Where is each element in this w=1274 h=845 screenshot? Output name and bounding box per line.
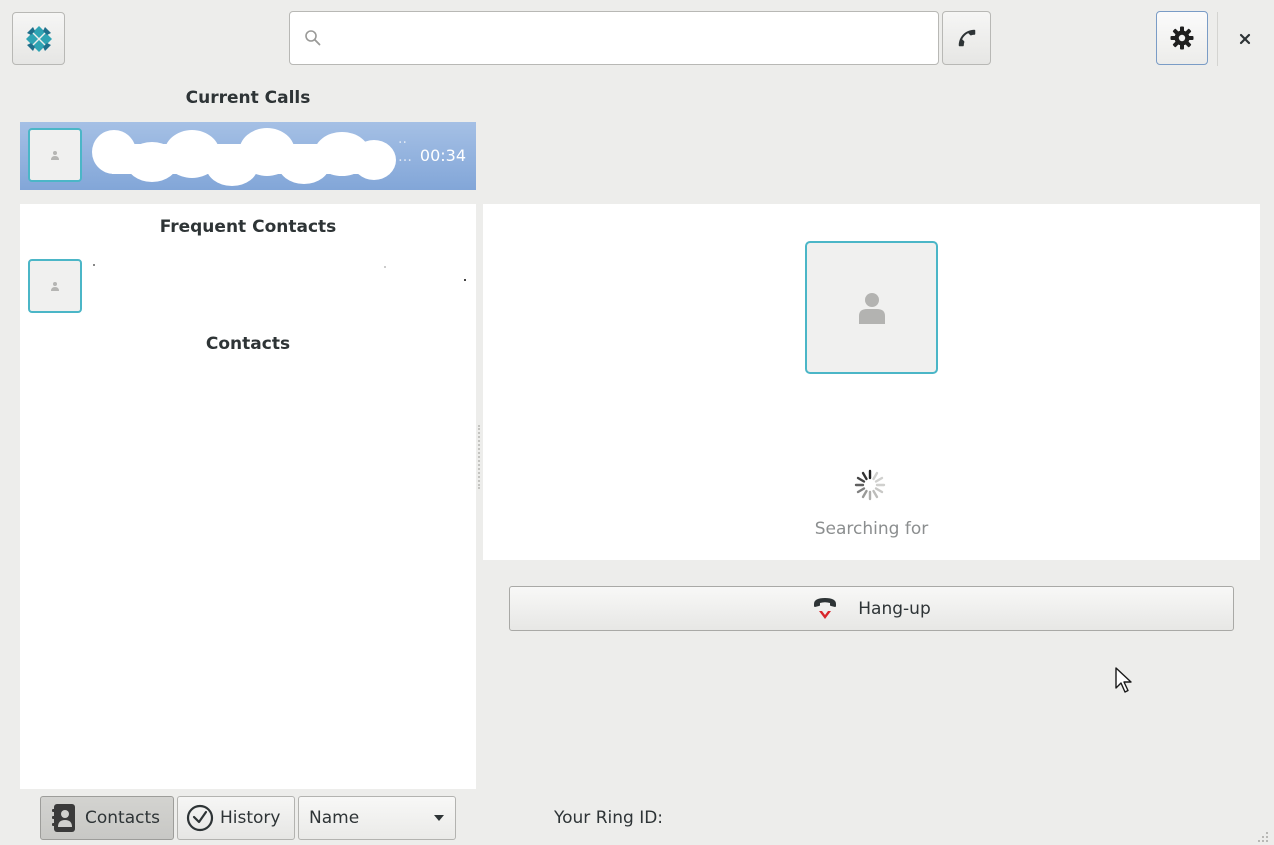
- search-icon: [305, 30, 321, 46]
- gear-icon: [1170, 26, 1194, 50]
- hangup-button[interactable]: Hang-up: [509, 586, 1234, 631]
- sort-dropdown[interactable]: Name: [298, 796, 456, 840]
- ring-id-label: Your Ring ID:: [554, 808, 664, 828]
- mouse-cursor-icon: [1115, 667, 1132, 693]
- contacts-title: Contacts: [205, 334, 291, 354]
- current-call-row[interactable]: ··… 00:34: [20, 122, 476, 190]
- phone-icon: [958, 29, 975, 47]
- app-menu-button[interactable]: [12, 12, 65, 65]
- person-icon: [51, 151, 59, 160]
- call-name-ellipsis: ··…: [398, 135, 412, 165]
- hangup-phone-icon: [814, 597, 837, 619]
- contacts-panel[interactable]: Frequent Contacts Contacts: [20, 204, 476, 789]
- redacted-text-mark: [93, 264, 95, 266]
- frequent-contacts-title: Frequent Contacts: [159, 217, 337, 237]
- close-button[interactable]: [1228, 22, 1262, 56]
- search-box[interactable]: [289, 11, 939, 65]
- search-input[interactable]: [322, 12, 938, 64]
- person-icon: [858, 292, 885, 324]
- call-view-panel: Searching for: [483, 204, 1260, 560]
- tab-history[interactable]: History: [177, 796, 295, 840]
- chevron-down-icon: [434, 815, 444, 821]
- person-icon: [51, 282, 59, 291]
- tab-history-label: History: [220, 808, 281, 828]
- frequent-contact-avatar[interactable]: [28, 259, 82, 313]
- tab-contacts-label: Contacts: [85, 808, 160, 828]
- resize-grip-icon[interactable]: [1256, 830, 1270, 842]
- call-button[interactable]: [942, 11, 991, 65]
- redacted-caller-name: [92, 128, 396, 186]
- loading-spinner-icon: [854, 469, 886, 501]
- tab-contacts[interactable]: Contacts: [40, 796, 174, 840]
- hangup-label: Hang-up: [858, 598, 931, 619]
- pane-splitter-handle[interactable]: [477, 425, 482, 489]
- sort-dropdown-value: Name: [309, 808, 360, 828]
- close-icon: [1239, 33, 1251, 45]
- clock-icon: [186, 804, 214, 832]
- ring-logo-icon: [25, 25, 52, 52]
- redacted-text-mark: [464, 279, 466, 281]
- call-duration: 00:34: [419, 146, 466, 165]
- address-book-icon: [52, 804, 75, 832]
- current-calls-title: Current Calls: [185, 88, 311, 108]
- redacted-text-mark: [384, 266, 386, 268]
- call-status-text: Searching for: [814, 519, 929, 539]
- peer-avatar: [805, 241, 938, 374]
- header-separator: [1217, 12, 1218, 66]
- call-avatar: [28, 128, 82, 182]
- settings-button[interactable]: [1156, 11, 1208, 65]
